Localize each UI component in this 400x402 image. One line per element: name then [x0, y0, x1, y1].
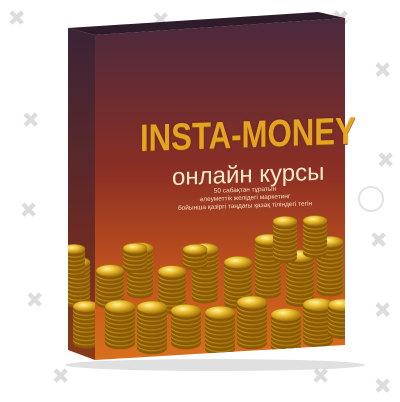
product-box: INSTA-MONEY онлайн курсы 50 сабақтан тұр… — [0, 0, 400, 400]
product-title: INSTA-MONEY — [140, 110, 356, 160]
box-shadow — [65, 359, 365, 371]
